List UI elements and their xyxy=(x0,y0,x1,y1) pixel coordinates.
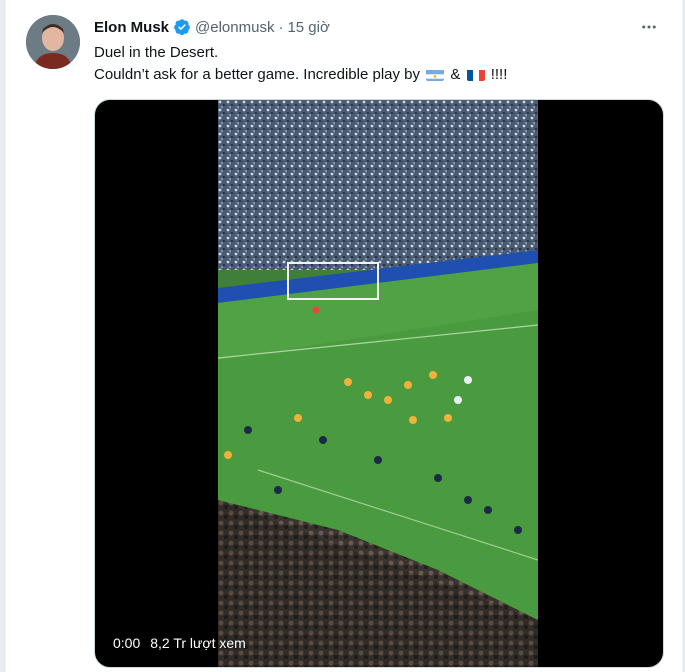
verified-badge-icon xyxy=(173,18,191,36)
author-name[interactable]: Elon Musk xyxy=(94,19,169,36)
tweet-card[interactable]: Elon Musk @elonmusk · 15 giờ Duel in the… xyxy=(5,0,683,672)
tweet-text: Duel in the Desert. Couldn’t ask for a b… xyxy=(94,42,662,86)
video-player[interactable]: 0:00 8,2 Tr lượt xem xyxy=(94,99,664,668)
video-controls[interactable]: 0:00 8,2 Tr lượt xem xyxy=(113,635,246,651)
video-frame[interactable] xyxy=(218,100,538,667)
argentina-flag-icon xyxy=(426,68,445,81)
avatar[interactable] xyxy=(26,15,80,69)
author-handle[interactable]: @elonmusk xyxy=(195,19,274,36)
video-views: 8,2 Tr lượt xem xyxy=(150,635,246,651)
timestamp[interactable]: 15 giờ xyxy=(287,19,329,36)
more-options-icon[interactable] xyxy=(636,16,662,38)
tweet-line-2: Couldn’t ask for a better game. Incredib… xyxy=(94,64,662,86)
tweet-header: Elon Musk @elonmusk · 15 giờ xyxy=(94,16,662,38)
tweet-line-2-prefix: Couldn’t ask for a better game. Incredib… xyxy=(94,66,421,83)
tweet-line-2-amp: & xyxy=(450,66,461,83)
tweet-line-2-suffix: !!!! xyxy=(490,66,508,83)
video-time: 0:00 xyxy=(113,635,141,651)
france-flag-icon xyxy=(466,68,485,81)
tweet-line-1: Duel in the Desert. xyxy=(94,44,219,61)
separator-dot: · xyxy=(278,18,284,36)
